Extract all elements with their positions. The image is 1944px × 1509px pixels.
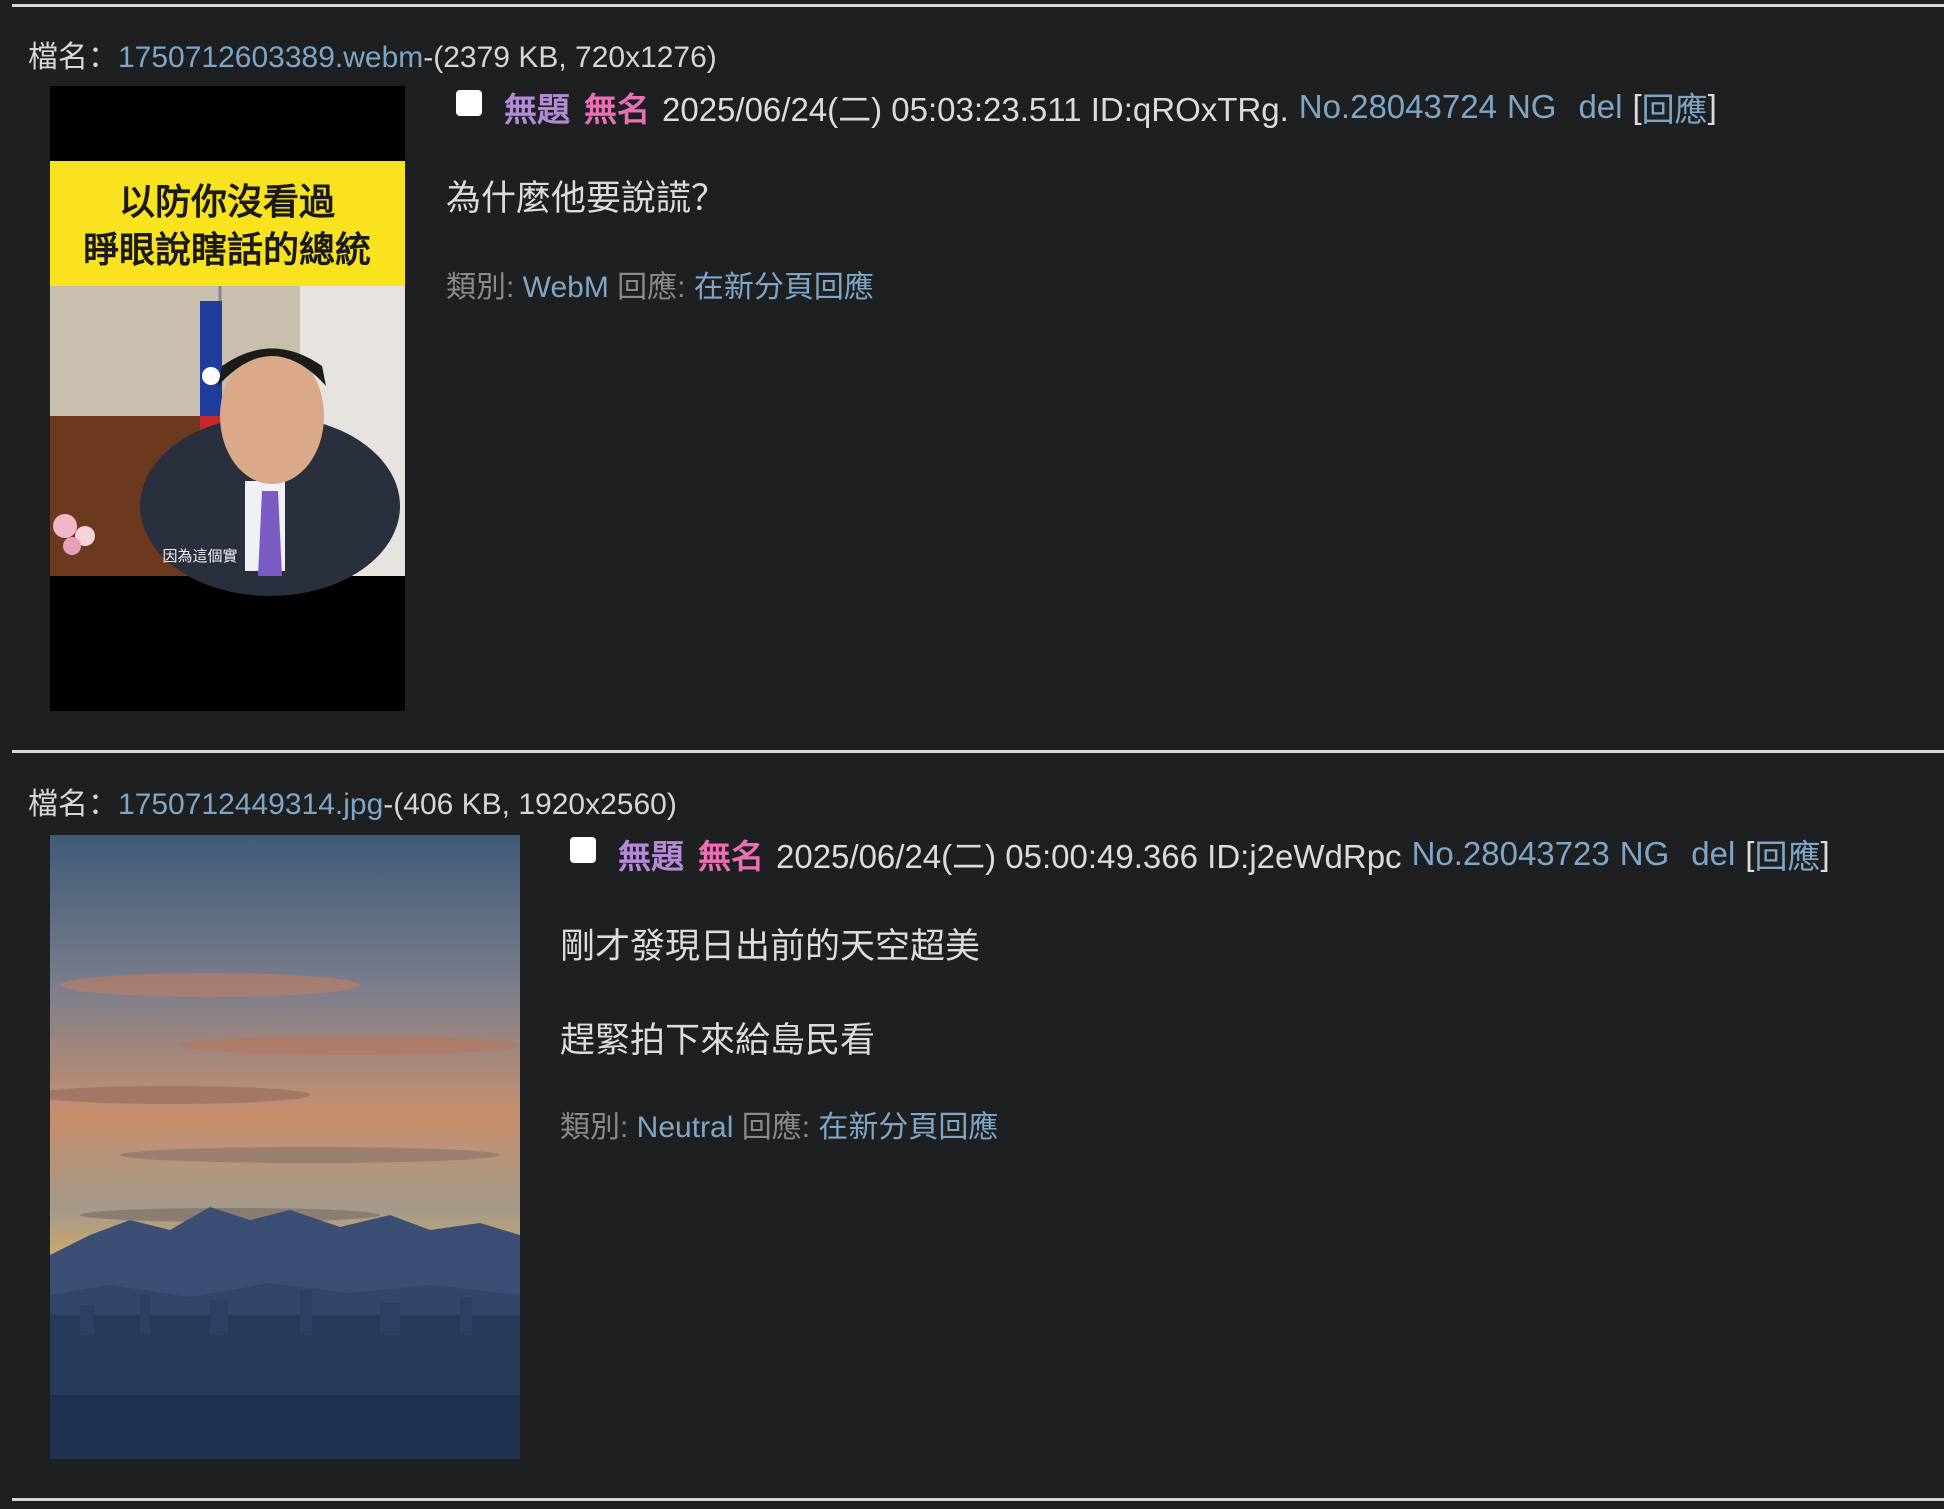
reply-label: 回應:	[733, 1111, 819, 1144]
sunrise-photo-image	[50, 835, 520, 1459]
video-thumbnail-image: 以防你沒看過 睜眼說瞎話的總統 因為這個實	[50, 86, 405, 711]
post-datetime-id: 2025/06/24(二) 05:03:23.511 ID:qROxTRg.	[662, 91, 1289, 128]
post-body-line: 為什麼他要說謊？	[446, 179, 727, 218]
reply-bracket-open: [	[1745, 835, 1755, 872]
file-info-line: 檔名：1750712603389.webm-(2379 KB, 720x1276…	[28, 32, 717, 76]
post-body-line: 剛才發現日出前的天空超美	[560, 927, 981, 966]
file-label: 檔名：	[28, 788, 118, 821]
reply-new-tab-link[interactable]: 在新分頁回應	[694, 271, 874, 304]
ng-link[interactable]: NG	[1620, 835, 1670, 873]
post-title: 無題	[618, 838, 684, 875]
reply-bracket-open: [	[1632, 88, 1642, 125]
post-datetime-id: 2025/06/24(二) 05:00:49.366 ID:j2eWdRpc	[776, 838, 1402, 875]
file-name-link[interactable]: 1750712603389.webm	[118, 41, 423, 74]
thumb-caption-2: 睜眼說瞎話的總統	[83, 230, 371, 271]
file-size-info: -(406 KB, 1920x2560)	[383, 788, 677, 821]
reply-new-tab-link[interactable]: 在新分頁回應	[818, 1111, 998, 1144]
reply-label: 回應:	[608, 271, 694, 304]
category-label: 類別:	[560, 1111, 637, 1144]
post-number-link[interactable]: No.28043724	[1299, 88, 1497, 126]
file-label: 檔名：	[28, 41, 118, 74]
post-body-line: 趕緊拍下來給島民看	[560, 1021, 876, 1060]
category-line: 類別: Neutral 回應: 在新分頁回應	[560, 1102, 998, 1146]
category-link[interactable]: Neutral	[637, 1111, 734, 1144]
post-thumbnail[interactable]: 以防你沒看過 睜眼說瞎話的總統 因為這個實	[50, 86, 405, 711]
poster-name: 無名	[698, 838, 764, 875]
reply-link[interactable]: 回應	[1754, 830, 1820, 878]
post-title: 無題	[504, 91, 570, 128]
post-select-checkbox[interactable]	[456, 90, 482, 116]
post-divider	[12, 1498, 1944, 1501]
reply-link[interactable]: 回應	[1642, 83, 1708, 131]
reply-bracket-close: ]	[1820, 835, 1830, 872]
thumb-subtitle: 因為這個實	[162, 547, 237, 565]
post-select-checkbox[interactable]	[570, 837, 596, 863]
top-divider	[12, 4, 1944, 7]
del-link[interactable]: del	[1691, 835, 1735, 873]
file-size-info: -(2379 KB, 720x1276)	[423, 41, 717, 74]
file-name-link[interactable]: 1750712449314.jpg	[118, 788, 383, 821]
post-header: 無題 無名 2025/06/24(二) 05:00:49.366 ID:j2eW…	[570, 830, 1830, 878]
file-info-line: 檔名：1750712449314.jpg-(406 KB, 1920x2560)	[28, 779, 677, 823]
post-header: 無題 無名 2025/06/24(二) 05:03:23.511 ID:qROx…	[456, 83, 1717, 131]
ng-link[interactable]: NG	[1507, 88, 1557, 126]
category-line: 類別: WebM 回應: 在新分頁回應	[446, 262, 874, 306]
thumb-caption-1: 以防你沒看過	[119, 182, 336, 223]
category-link[interactable]: WebM	[523, 271, 609, 304]
del-link[interactable]: del	[1578, 88, 1622, 126]
reply-bracket-close: ]	[1707, 88, 1717, 125]
post-thumbnail[interactable]	[50, 835, 520, 1459]
category-label: 類別:	[446, 271, 523, 304]
post-number-link[interactable]: No.28043723	[1412, 835, 1610, 873]
post-divider	[12, 750, 1944, 753]
poster-name: 無名	[584, 91, 650, 128]
